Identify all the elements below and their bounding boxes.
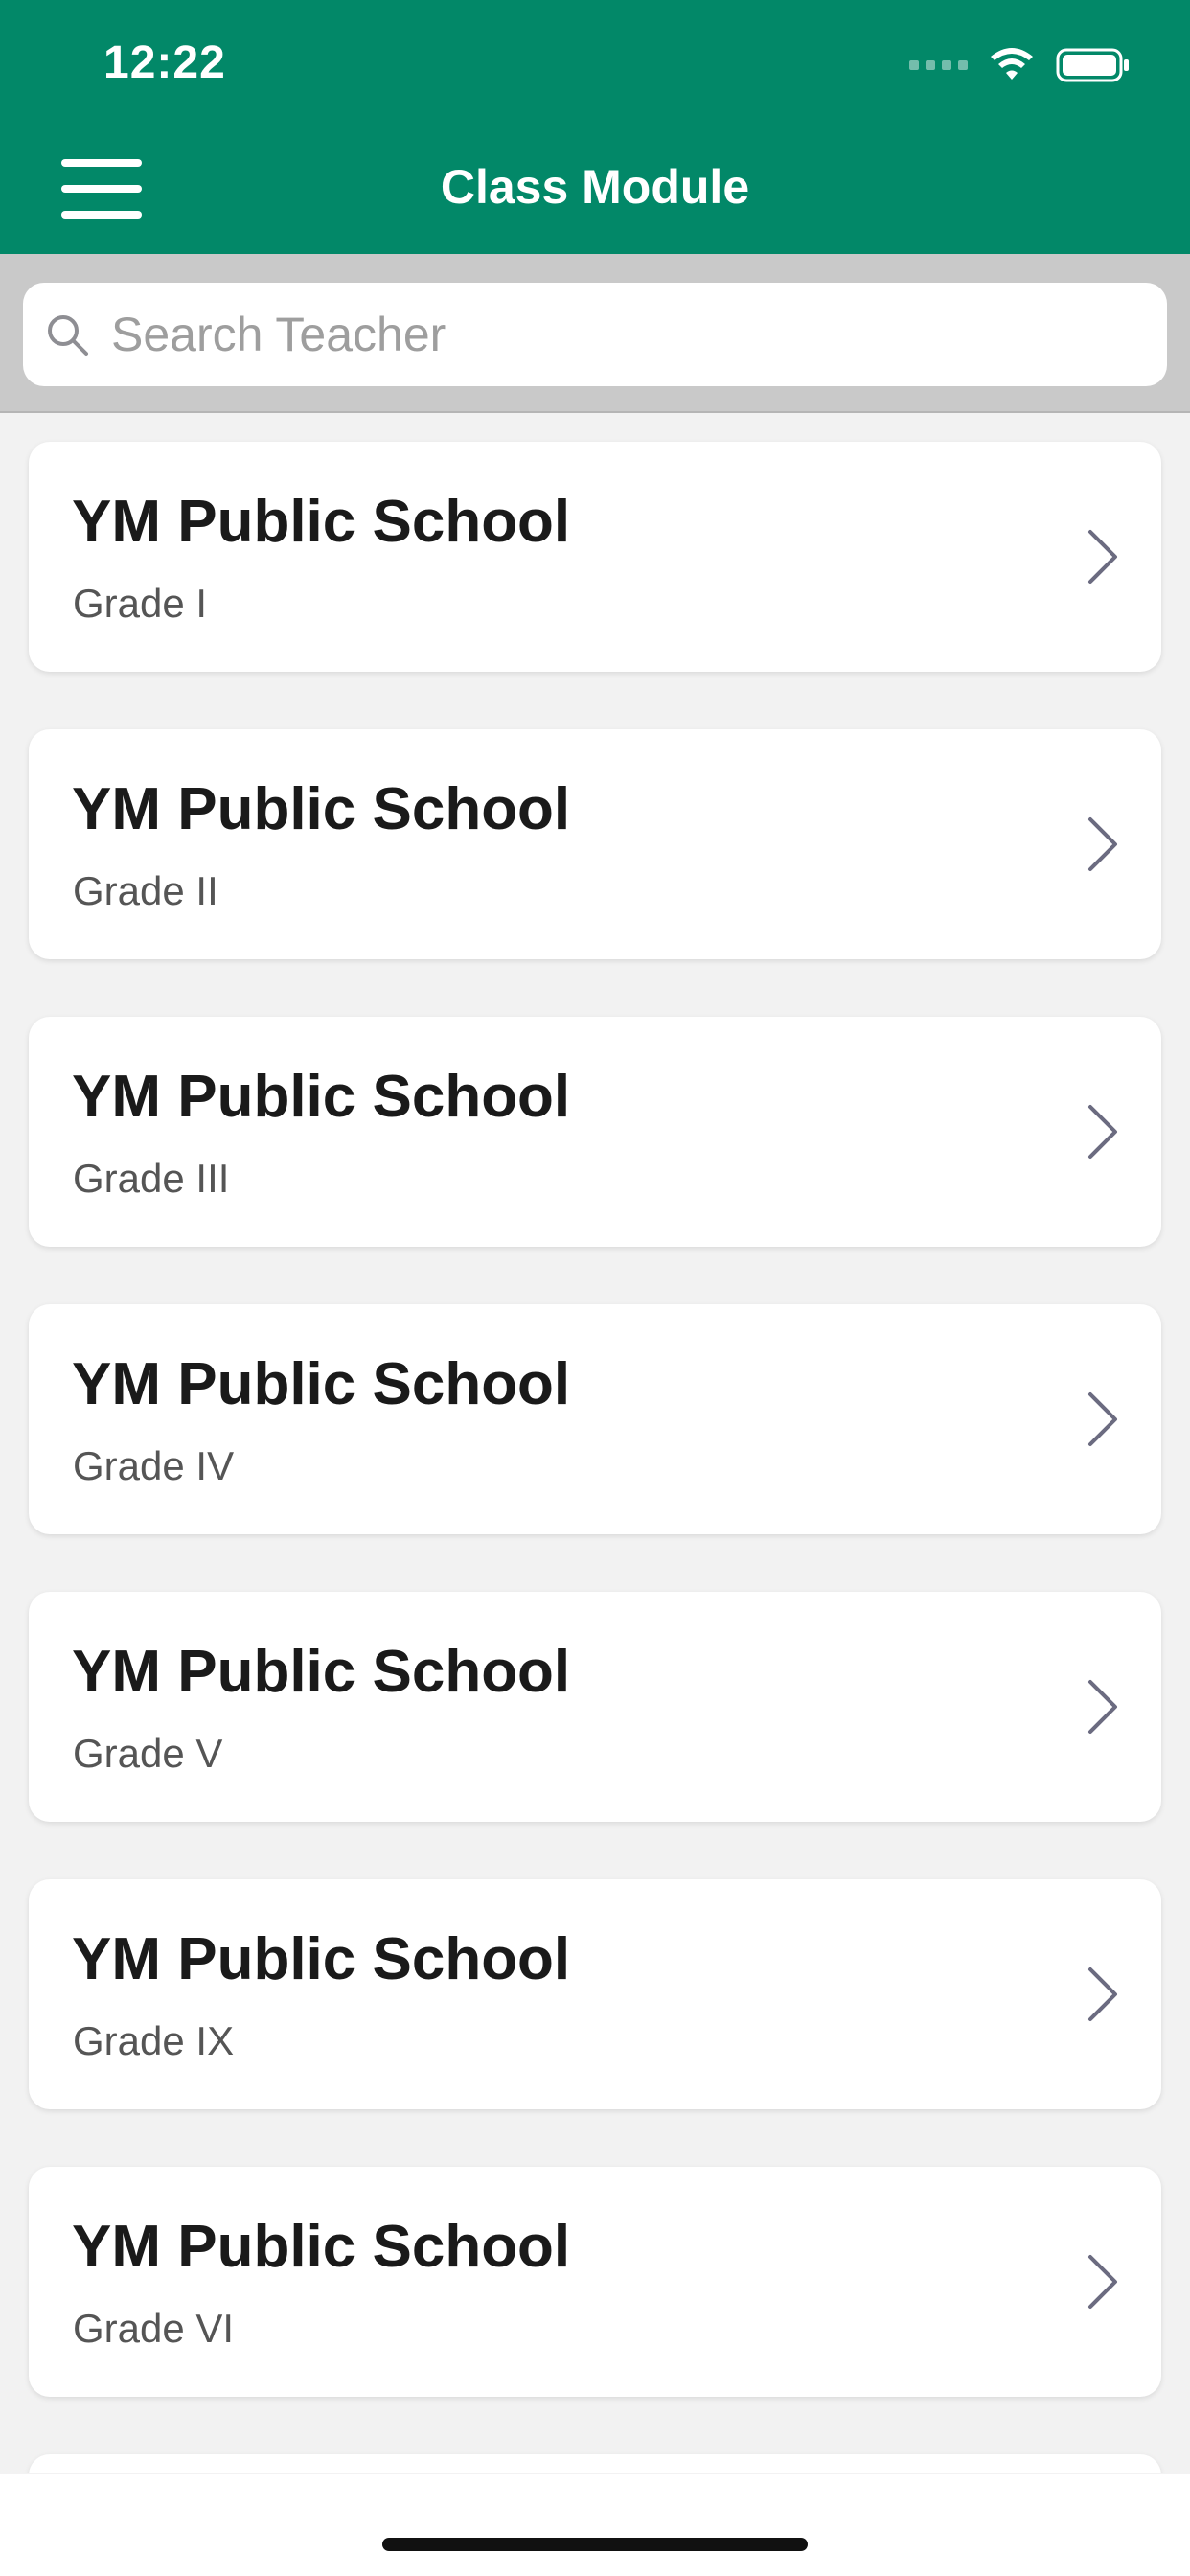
class-list: YM Public School Grade I YM Public Schoo…	[0, 413, 1190, 2473]
grade-label: Grade VI	[73, 2306, 235, 2351]
school-name: YM Public School	[72, 1639, 571, 1705]
battery-icon	[1056, 48, 1129, 82]
class-card-grade-iv[interactable]: YM Public School Grade IV	[29, 1304, 1161, 1534]
school-name: YM Public School	[72, 2214, 571, 2280]
search-icon	[48, 315, 88, 356]
school-name: YM Public School	[72, 489, 571, 555]
chevron-right-icon	[1088, 1105, 1117, 1159]
grade-label: Grade III	[73, 1156, 230, 1201]
school-name: YM Public School	[72, 1064, 571, 1130]
home-indicator-area	[0, 2474, 1190, 2576]
chevron-right-icon	[1088, 817, 1117, 871]
class-card-grade-v[interactable]: YM Public School Grade V	[29, 1592, 1161, 1822]
chevron-right-icon	[1088, 1392, 1117, 1446]
search-box[interactable]	[23, 283, 1167, 386]
grade-label: Grade IV	[73, 1443, 235, 1488]
school-name: YM Public School	[72, 1351, 571, 1417]
class-card-grade-iii[interactable]: YM Public School Grade III	[29, 1017, 1161, 1247]
app-header: 12:22 Class Module	[0, 0, 1190, 254]
grade-label: Grade I	[73, 581, 208, 626]
class-module-screen: 12:22 Class Module Search Teacher YM Pub…	[0, 0, 1190, 2576]
school-name: YM Public School	[72, 776, 571, 842]
search-input[interactable]	[111, 307, 1146, 362]
chevron-right-icon	[1088, 1967, 1117, 2021]
school-name: YM Public School	[72, 1926, 571, 1992]
grade-label: Grade IX	[73, 2018, 235, 2063]
chevron-right-icon	[1088, 2255, 1117, 2309]
class-card-partial[interactable]	[29, 2454, 1161, 2473]
chevron-right-icon	[1088, 1680, 1117, 1734]
page-title: Class Module	[440, 160, 750, 214]
class-card-grade-vi[interactable]: YM Public School Grade VI	[29, 2167, 1161, 2397]
home-indicator[interactable]	[382, 2538, 808, 2551]
class-card-grade-ii[interactable]: YM Public School Grade II	[29, 729, 1161, 959]
grade-label: Grade V	[73, 1731, 223, 1776]
chevron-right-icon	[1088, 530, 1117, 584]
search-bar	[0, 254, 1190, 413]
status-time: 12:22	[103, 37, 226, 88]
wifi-icon	[991, 48, 1033, 80]
cellular-signal-icon	[909, 60, 968, 70]
status-icons	[909, 42, 1131, 88]
class-card-grade-ix[interactable]: YM Public School Grade IX	[29, 1879, 1161, 2109]
class-card-grade-i[interactable]: YM Public School Grade I	[29, 442, 1161, 672]
grade-label: Grade II	[73, 868, 218, 913]
